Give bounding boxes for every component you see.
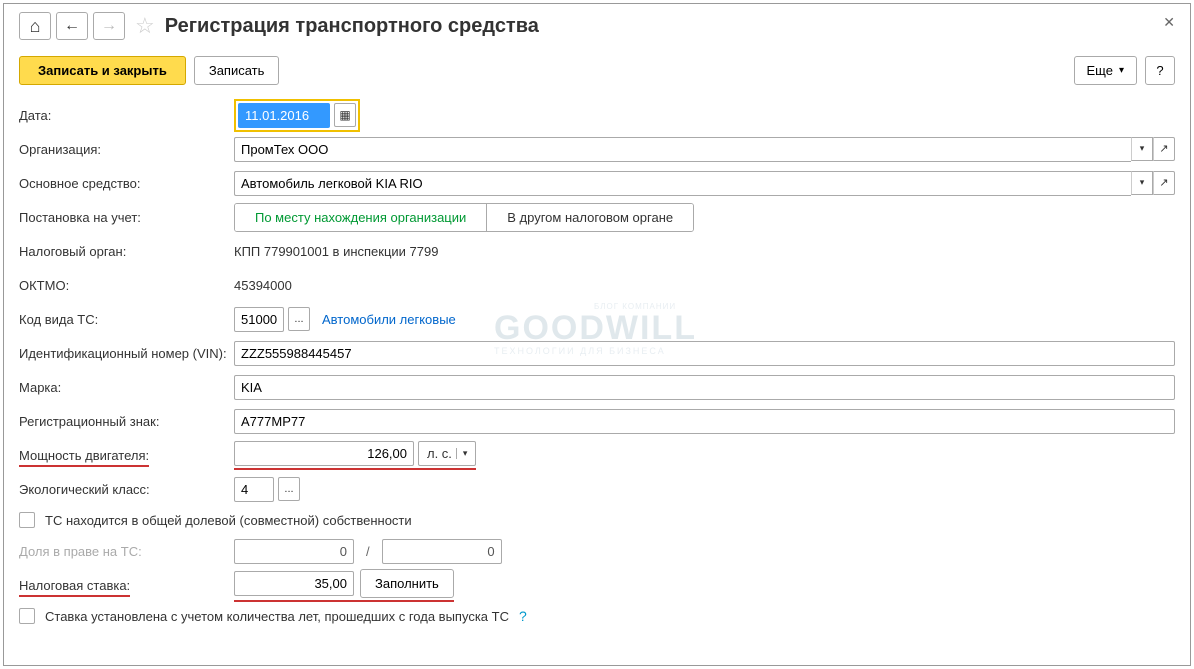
rate-by-age-label: Ставка установлена с учетом количества л… bbox=[45, 609, 509, 624]
tax-office-label: Налоговый орган: bbox=[19, 244, 234, 259]
engine-power-label: Мощность двигателя: bbox=[19, 448, 234, 463]
eco-class-label: Экологический класс: bbox=[19, 482, 234, 497]
org-open-icon[interactable] bbox=[1153, 137, 1175, 161]
tax-office-value: КПП 779901001 в инспекции 7799 bbox=[234, 244, 438, 259]
engine-unit-label: л. с. bbox=[427, 446, 452, 461]
vehicle-code-link[interactable]: Автомобили легковые bbox=[322, 312, 456, 327]
registration-label: Постановка на учет: bbox=[19, 210, 234, 225]
org-input[interactable] bbox=[234, 137, 1131, 162]
vin-input[interactable] bbox=[234, 341, 1175, 366]
favorite-star-icon[interactable]: ☆ bbox=[135, 13, 155, 39]
date-field-highlight bbox=[234, 99, 360, 132]
brand-label: Марка: bbox=[19, 380, 234, 395]
vehicle-code-label: Код вида ТС: bbox=[19, 312, 234, 327]
oktmo-value: 45394000 bbox=[234, 278, 292, 293]
rate-by-age-checkbox[interactable] bbox=[19, 608, 35, 624]
date-input[interactable] bbox=[238, 103, 330, 128]
date-label: Дата: bbox=[19, 108, 234, 123]
close-button[interactable]: ✕ bbox=[1163, 14, 1175, 31]
save-and-close-button[interactable]: Записать и закрыть bbox=[19, 56, 186, 85]
org-dropdown-icon[interactable] bbox=[1131, 137, 1153, 161]
calendar-icon[interactable] bbox=[334, 103, 356, 127]
toggle-other-tax[interactable]: В другом налоговом органе bbox=[487, 204, 693, 231]
page-title: Регистрация транспортного средства bbox=[165, 15, 539, 38]
reg-plate-label: Регистрационный знак: bbox=[19, 414, 234, 429]
share-divider: / bbox=[366, 544, 370, 559]
help-button[interactable]: ? bbox=[1145, 56, 1175, 85]
asset-input[interactable] bbox=[234, 171, 1131, 196]
shared-ownership-checkbox[interactable] bbox=[19, 512, 35, 528]
shared-ownership-label: ТС находится в общей долевой (совместной… bbox=[45, 513, 412, 528]
share-numerator-input bbox=[234, 539, 354, 564]
share-denominator-input bbox=[382, 539, 502, 564]
asset-dropdown-icon[interactable] bbox=[1131, 171, 1153, 195]
save-button[interactable]: Записать bbox=[194, 56, 280, 85]
vehicle-code-select-icon[interactable] bbox=[288, 307, 310, 331]
forward-button[interactable] bbox=[93, 12, 125, 40]
engine-unit-select[interactable]: л. с. ▾ bbox=[418, 441, 476, 466]
org-label: Организация: bbox=[19, 142, 234, 157]
eco-class-input[interactable] bbox=[234, 477, 274, 502]
reg-plate-input[interactable] bbox=[234, 409, 1175, 434]
back-button[interactable] bbox=[56, 12, 88, 40]
more-button[interactable]: Еще bbox=[1074, 56, 1137, 85]
toggle-by-org-location[interactable]: По месту нахождения организации bbox=[235, 204, 487, 231]
tax-rate-input[interactable] bbox=[234, 571, 354, 596]
share-label: Доля в праве на ТС: bbox=[19, 544, 234, 559]
brand-input[interactable] bbox=[234, 375, 1175, 400]
engine-power-input[interactable] bbox=[234, 441, 414, 466]
registration-toggle: По месту нахождения организации В другом… bbox=[234, 203, 694, 232]
vin-label: Идентификационный номер (VIN): bbox=[19, 346, 234, 361]
fill-button[interactable]: Заполнить bbox=[360, 569, 454, 598]
oktmo-label: ОКТМО: bbox=[19, 278, 234, 293]
rate-help-icon[interactable]: ? bbox=[519, 608, 527, 624]
home-button[interactable] bbox=[19, 12, 51, 40]
asset-label: Основное средство: bbox=[19, 176, 234, 191]
asset-open-icon[interactable] bbox=[1153, 171, 1175, 195]
vehicle-code-input[interactable] bbox=[234, 307, 284, 332]
eco-class-select-icon[interactable] bbox=[278, 477, 300, 501]
tax-rate-label: Налоговая ставка: bbox=[19, 578, 234, 593]
